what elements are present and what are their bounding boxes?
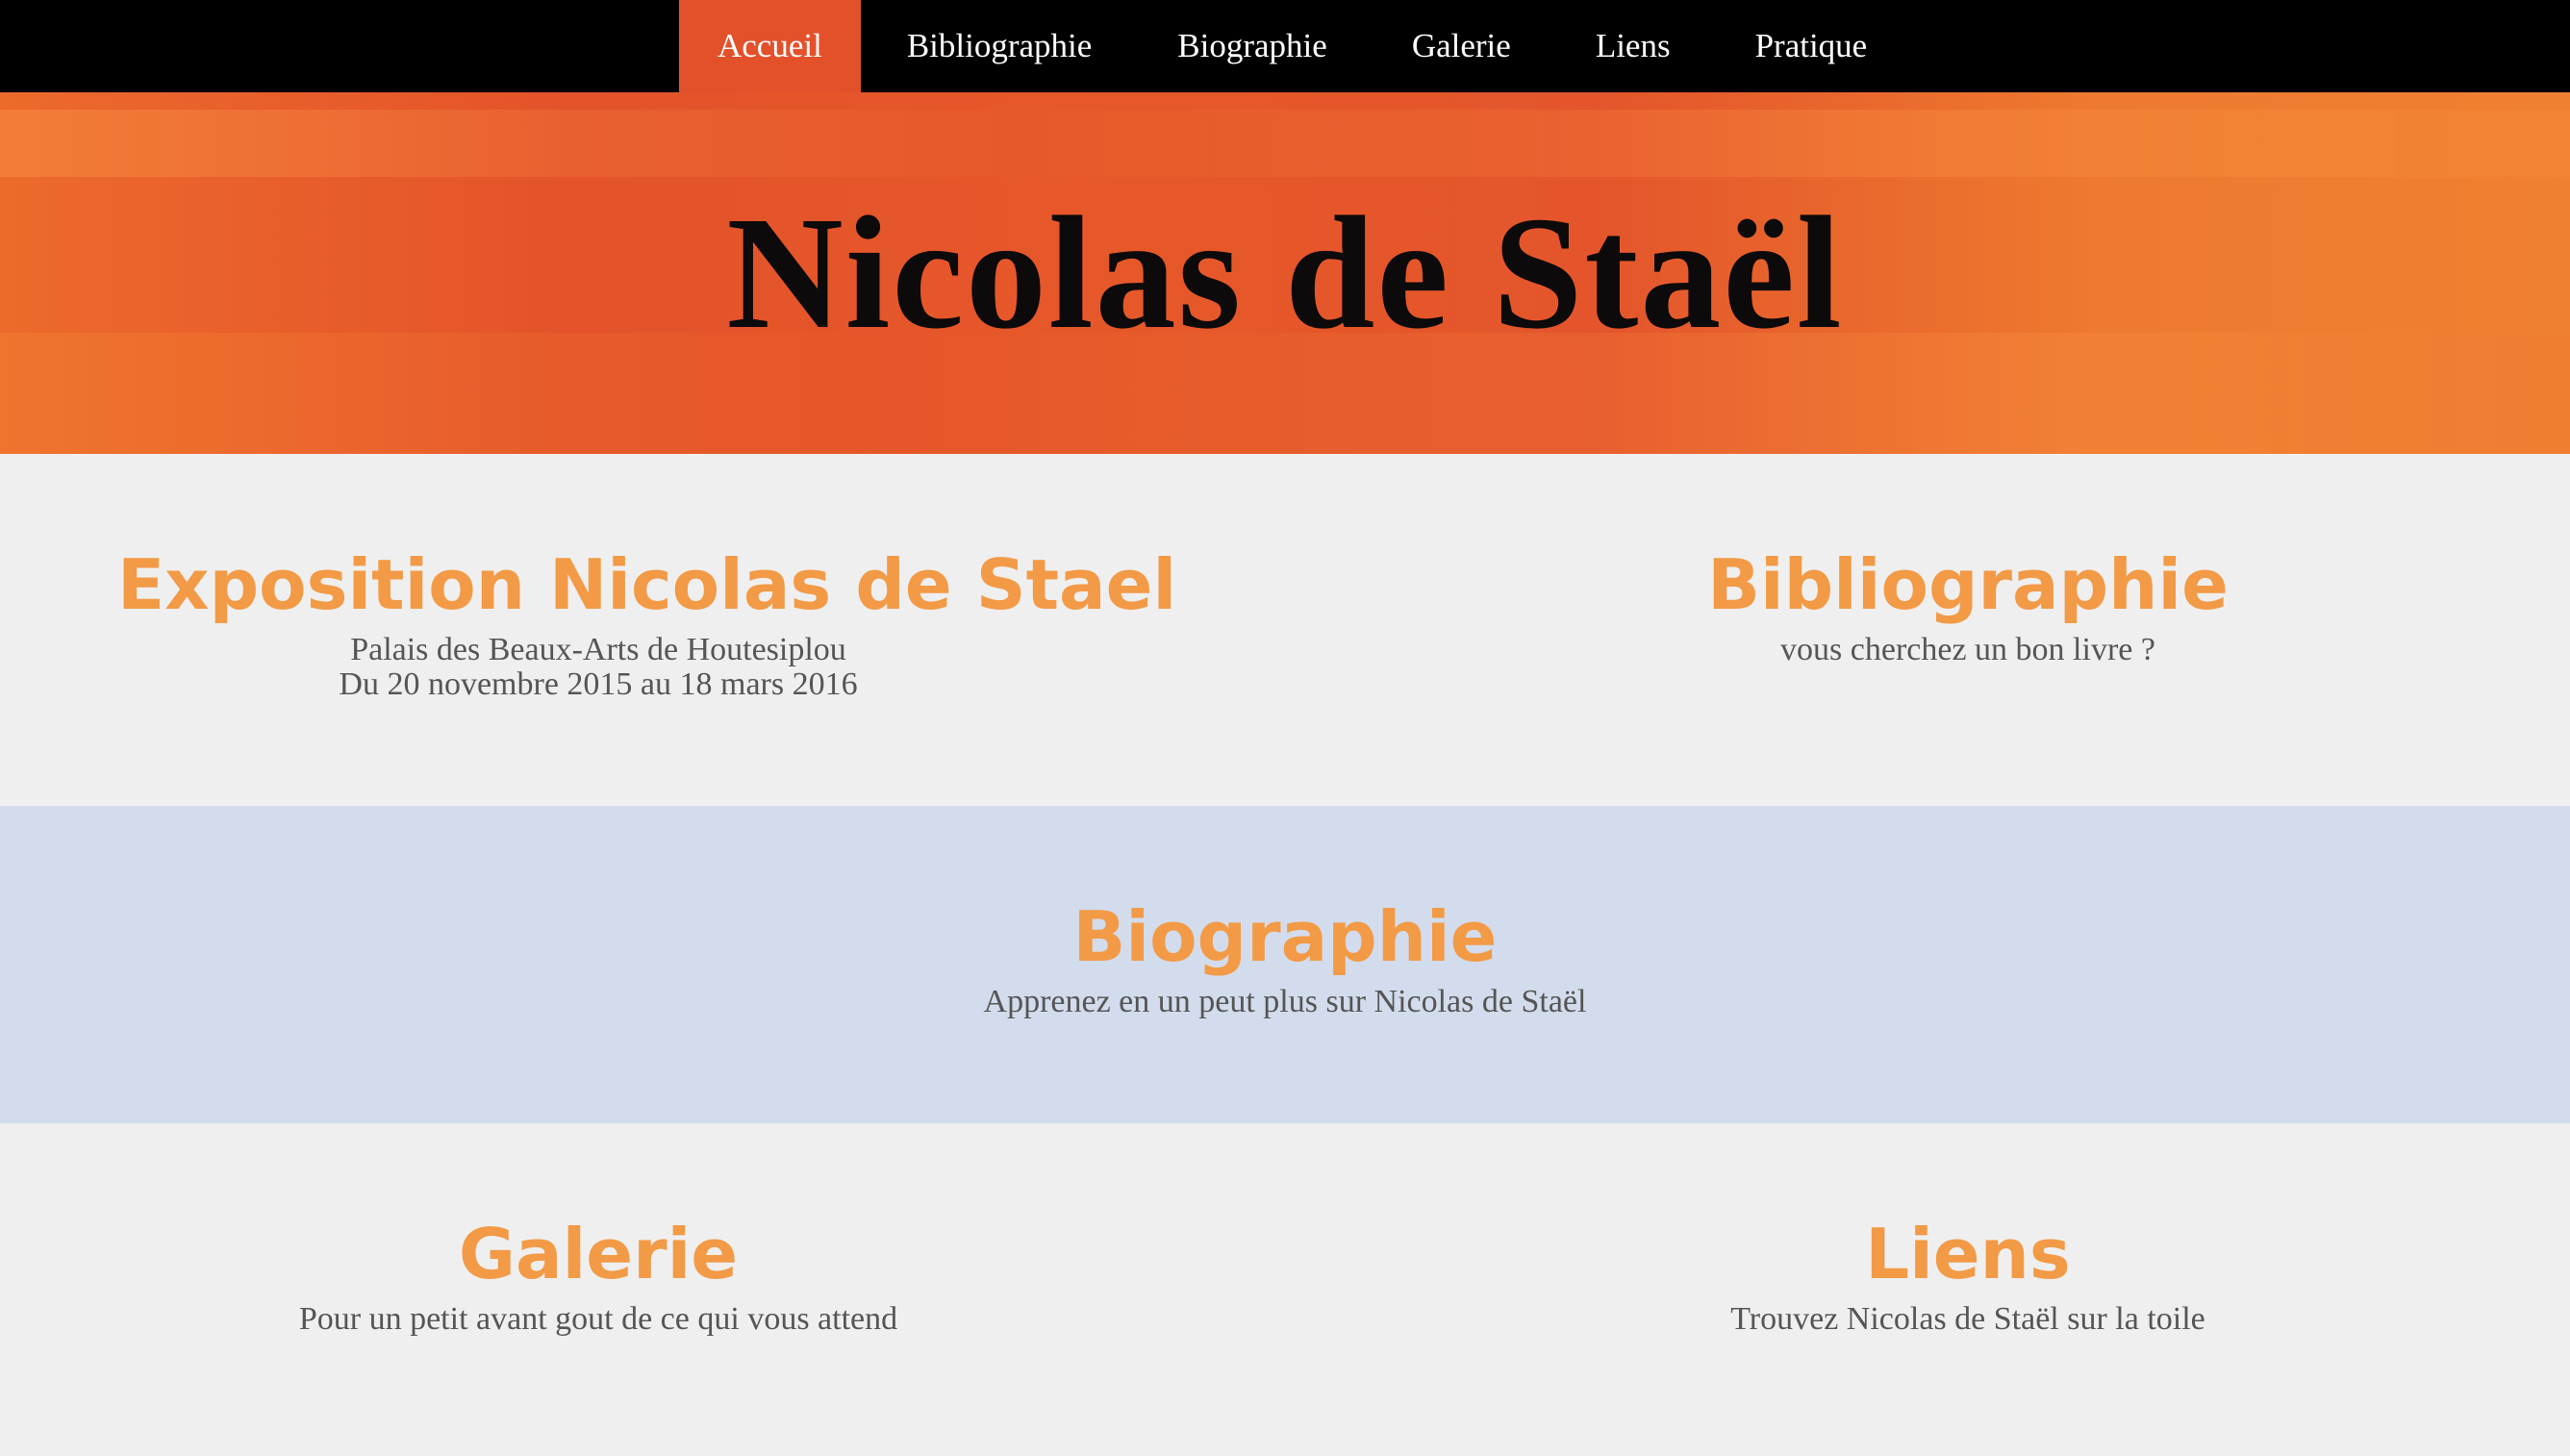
biographie-subtitle: Apprenez en un peut plus sur Nicolas de … <box>983 984 1587 1019</box>
section-biographie: Biographie Apprenez en un peut plus sur … <box>0 806 2570 1123</box>
nav-item-galerie[interactable]: Galerie <box>1370 0 1553 92</box>
nav-item-liens[interactable]: Liens <box>1553 0 1713 92</box>
liens-block[interactable]: Liens Trouvez Nicolas de Staël sur la to… <box>1583 1219 2353 1337</box>
bibliographie-subtitle: vous cherchez un bon livre ? <box>1780 632 2155 667</box>
nav-item-bibliographie[interactable]: Bibliographie <box>861 0 1135 92</box>
section-exposition-bibliographie: Exposition Nicolas de Stael Palais des B… <box>0 454 2570 806</box>
section-galerie-liens: Galerie Pour un petit avant gout de ce q… <box>0 1123 2570 1456</box>
site-title: Nicolas de Staël <box>726 183 1844 363</box>
biographie-title[interactable]: Biographie <box>804 902 1766 971</box>
galerie-block[interactable]: Galerie Pour un petit avant gout de ce q… <box>214 1219 983 1337</box>
galerie-subtitle: Pour un petit avant gout de ce qui vous … <box>298 1301 898 1337</box>
nav-menu: Accueil Bibliographie Biographie Galerie… <box>679 0 1909 92</box>
liens-subtitle: Trouvez Nicolas de Staël sur la toile <box>1730 1301 2205 1337</box>
liens-title[interactable]: Liens <box>1583 1219 2353 1289</box>
biographie-block[interactable]: Biographie Apprenez en un peut plus sur … <box>804 902 1766 1019</box>
exposition-title[interactable]: Exposition Nicolas de Stael <box>117 550 1176 619</box>
galerie-title[interactable]: Galerie <box>214 1219 983 1289</box>
nav-item-pratique[interactable]: Pratique <box>1713 0 1910 92</box>
exposition-dates: Du 20 novembre 2015 au 18 mars 2016 <box>339 666 858 702</box>
exposition-block[interactable]: Exposition Nicolas de Stael Palais des B… <box>117 550 1176 702</box>
bibliographie-title[interactable]: Bibliographie <box>1583 550 2353 619</box>
top-navbar: Accueil Bibliographie Biographie Galerie… <box>0 0 2570 92</box>
nav-item-biographie[interactable]: Biographie <box>1135 0 1370 92</box>
nav-item-accueil[interactable]: Accueil <box>679 0 861 92</box>
exposition-venue: Palais des Beaux-Arts de Houtesiplou <box>350 632 846 667</box>
bibliographie-block[interactable]: Bibliographie vous cherchez un bon livre… <box>1583 550 2353 667</box>
